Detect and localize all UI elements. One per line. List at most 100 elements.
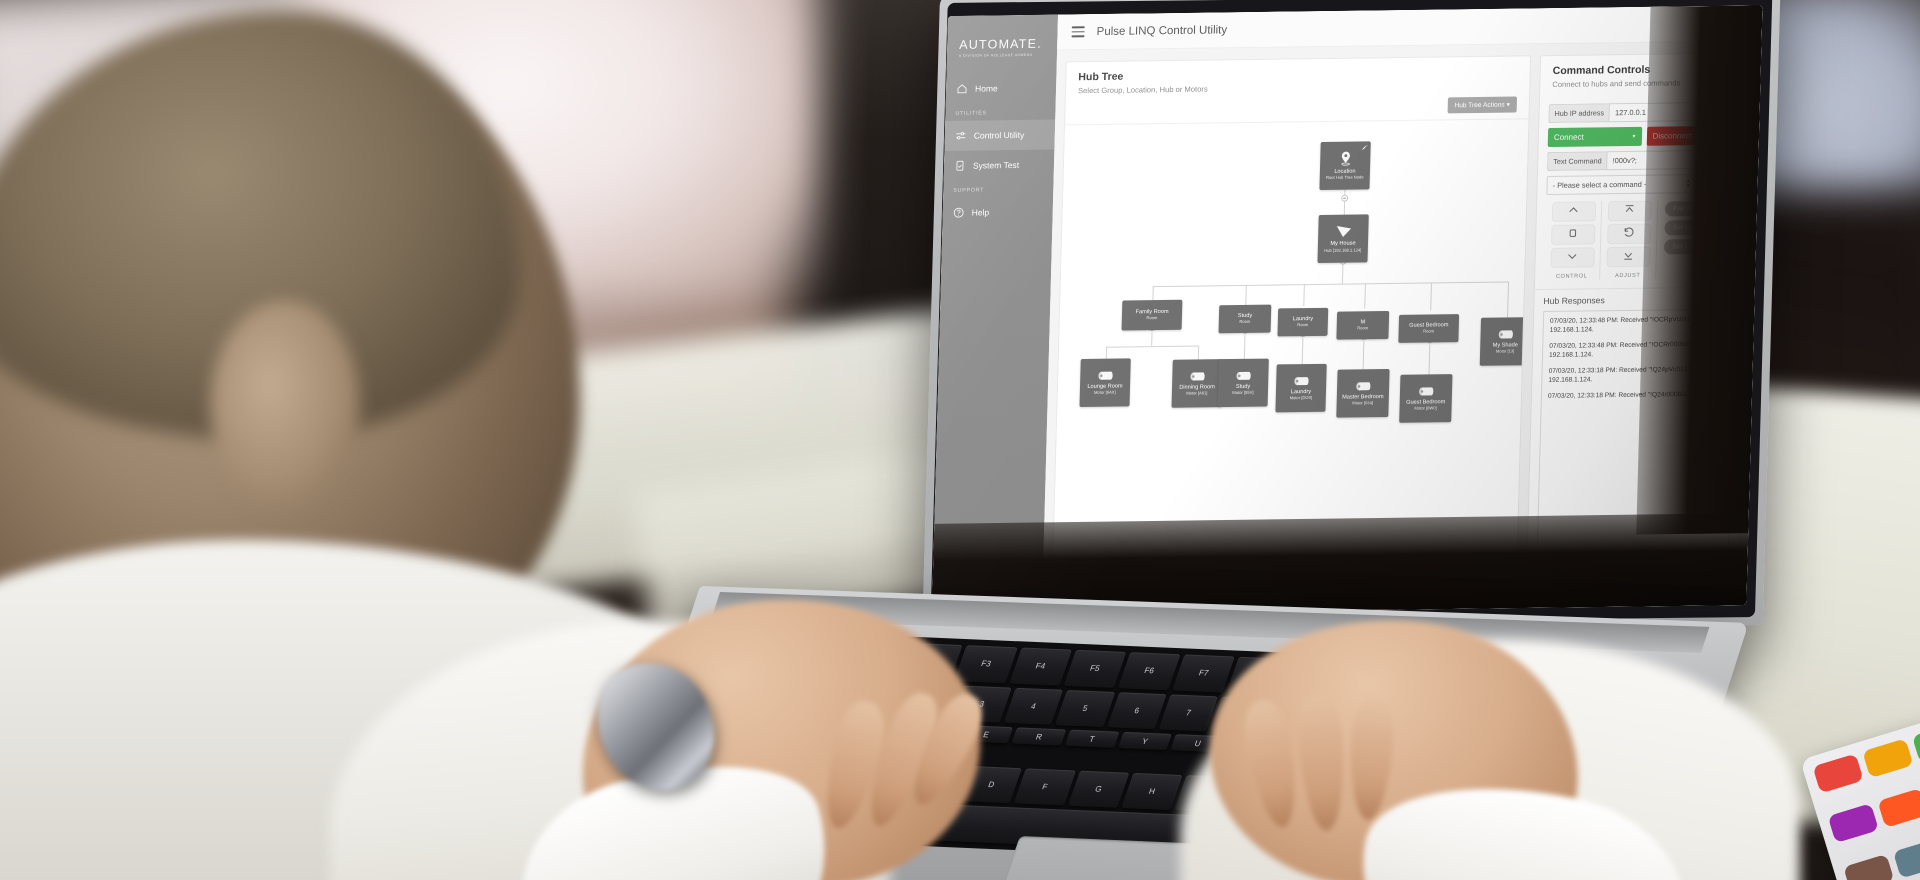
tree-node-subtitle: Root Hub Tree Node — [1325, 174, 1364, 181]
screen-dark-edge — [1636, 5, 1763, 535]
tree-link — [1507, 281, 1510, 318]
brand-logo-subtext: A DIVISION OF ROLLEASE ACMEDA — [958, 52, 1033, 58]
key[interactable]: F3 — [954, 645, 1018, 683]
key[interactable]: 7 — [1158, 693, 1219, 732]
key[interactable]: F6 — [1117, 652, 1181, 690]
hub-tree-actions-label: Hub Tree Actions — [1454, 101, 1505, 110]
page-title: Pulse LINQ Control Utility — [1096, 23, 1228, 38]
chevron-down-icon: ▾ — [1506, 101, 1510, 109]
tree-node-subtitle: Motor [DO9] — [1289, 395, 1313, 401]
sidebar-section-support: SUPPORT — [953, 187, 985, 194]
tree-node-subtitle: Motor [55V] — [1232, 390, 1254, 396]
stop-square-icon — [1566, 227, 1579, 243]
app-icon[interactable] — [1861, 738, 1913, 779]
key[interactable]: H — [1121, 772, 1183, 811]
tree-node-guest-bedroom-room[interactable]: Guest Bedroom Room — [1398, 314, 1460, 343]
brand-logo: AUTOMATE. A DIVISION OF ROLLEASE ACMEDA — [946, 25, 1057, 74]
tree-node-location[interactable]: Location Root Hub Tree Node — [1319, 141, 1371, 191]
key[interactable]: F — [1013, 768, 1076, 806]
connect-button[interactable]: Connect ▾ — [1547, 126, 1642, 148]
app-icon[interactable] — [1812, 753, 1864, 794]
tree-node-laundry-room[interactable]: Laundry Room — [1277, 307, 1329, 337]
tree-node-guest-bedroom-motor[interactable]: Guest Bedroom Motor [8W0] — [1399, 374, 1453, 423]
control-pad-label: CONTROL — [1555, 273, 1588, 281]
hub-ip-label: Hub IP address — [1548, 103, 1610, 124]
tree-link — [1362, 341, 1365, 370]
sliders-icon — [955, 130, 967, 142]
tree-node-my-shade[interactable]: My Shade Motor [13] — [1479, 317, 1529, 366]
hub-icon — [1335, 224, 1352, 239]
tree-link — [1303, 284, 1305, 307]
tree-link — [1106, 345, 1199, 348]
key[interactable]: T — [1064, 729, 1120, 748]
control-pad: CONTROL — [1544, 201, 1603, 281]
motor-icon — [1354, 380, 1371, 392]
tree-node-subtitle: Room — [1239, 319, 1251, 325]
connect-label: Connect — [1553, 132, 1584, 142]
sidebar-item-help[interactable]: Help — [942, 196, 1053, 227]
motor-icon — [1189, 370, 1206, 382]
collapse-toggle-root[interactable] — [1341, 194, 1349, 202]
question-circle-icon — [953, 207, 965, 219]
motor-icon — [1293, 375, 1310, 387]
hub-tree-actions-button[interactable]: Hub Tree Actions ▾ — [1447, 96, 1518, 114]
tree-link — [1197, 345, 1200, 360]
sidebar-item-home[interactable]: Home — [946, 73, 1057, 104]
tree-node-m-room[interactable]: M Room — [1336, 311, 1390, 340]
tree-link — [1152, 281, 1509, 288]
clipboard-check-icon — [954, 160, 966, 172]
tree-node-my-house[interactable]: My House Hub [192.168.1.124] — [1317, 214, 1369, 263]
app-icon[interactable] — [1877, 788, 1920, 829]
tree-node-study-motor[interactable]: Study Motor [55V] — [1217, 358, 1269, 408]
tree-node-subtitle: Motor [8W0] — [1414, 405, 1437, 411]
key[interactable]: Y — [1117, 732, 1173, 750]
key[interactable]: R — [1011, 727, 1067, 746]
tree-link — [1245, 284, 1247, 305]
sidebar-item-control-utility-label: Control Utility — [973, 129, 1025, 141]
tree-node-laundry-motor[interactable]: Laundry Motor [DO9] — [1275, 363, 1327, 413]
tree-node-dinning-room[interactable]: Dinning Room Motor [A61] — [1171, 359, 1223, 408]
key[interactable]: F7 — [1172, 654, 1235, 693]
tree-node-subtitle: Room — [1297, 322, 1309, 328]
key[interactable]: 6 — [1106, 691, 1167, 730]
app-icon[interactable] — [1911, 723, 1920, 764]
tree-node-lounge-room[interactable]: Lounge Room Motor [6AX] — [1079, 358, 1131, 407]
app-icon[interactable] — [1827, 803, 1879, 844]
hamburger-icon[interactable] — [1071, 26, 1085, 38]
sidebar-section-utilities: UTILITIES — [955, 110, 987, 117]
tree-link — [1243, 334, 1246, 359]
edit-pencil-icon[interactable] — [1360, 143, 1368, 151]
arrow-up-to-line-icon — [1623, 203, 1636, 219]
adjust-pad-label: ADJUST — [1614, 273, 1641, 280]
laptop-screen: AUTOMATE. A DIVISION OF ROLLEASE ACMEDA … — [931, 5, 1763, 616]
motor-icon — [1417, 385, 1434, 397]
stop-button[interactable] — [1550, 224, 1596, 246]
key[interactable]: 4 — [1003, 687, 1064, 725]
key[interactable]: F5 — [1063, 649, 1127, 688]
tree-node-subtitle: Motor [A61] — [1186, 390, 1208, 396]
key[interactable]: G — [1067, 770, 1130, 809]
text-command-label: Text Command — [1547, 151, 1607, 172]
sidebar-item-system-test-label: System Test — [972, 159, 1020, 171]
key[interactable]: 5 — [1055, 689, 1116, 728]
app-icon[interactable] — [1843, 853, 1895, 880]
chevron-down-icon: ▾ — [1632, 133, 1636, 140]
tree-node-subtitle: Motor [13] — [1495, 348, 1515, 354]
tree-link — [1430, 282, 1432, 311]
move-down-button[interactable] — [1549, 247, 1595, 269]
sidebar-item-system-test[interactable]: System Test — [944, 150, 1055, 181]
sidebar-item-control-utility[interactable]: Control Utility — [944, 119, 1056, 151]
sidebar-item-home-label: Home — [974, 83, 998, 94]
move-up-button[interactable] — [1551, 201, 1596, 223]
tree-node-subtitle: Room — [1423, 328, 1435, 334]
tree-node-master-bedroom[interactable]: Master Bedroom Motor [034] — [1336, 368, 1390, 418]
key[interactable]: F4 — [1009, 647, 1072, 686]
rotate-ccw-icon — [1622, 226, 1635, 242]
tree-node-family-room[interactable]: Family Room Room — [1121, 299, 1183, 331]
tree-node-subtitle: Motor [034] — [1352, 400, 1374, 406]
person-ear — [210, 300, 360, 510]
app-icon[interactable] — [1892, 838, 1920, 879]
photo-scene: AUTOMATE. A DIVISION OF ROLLEASE ACMEDA … — [0, 0, 1920, 880]
tree-node-study-room[interactable]: Study Room — [1218, 304, 1272, 334]
tree-link — [1152, 286, 1154, 301]
